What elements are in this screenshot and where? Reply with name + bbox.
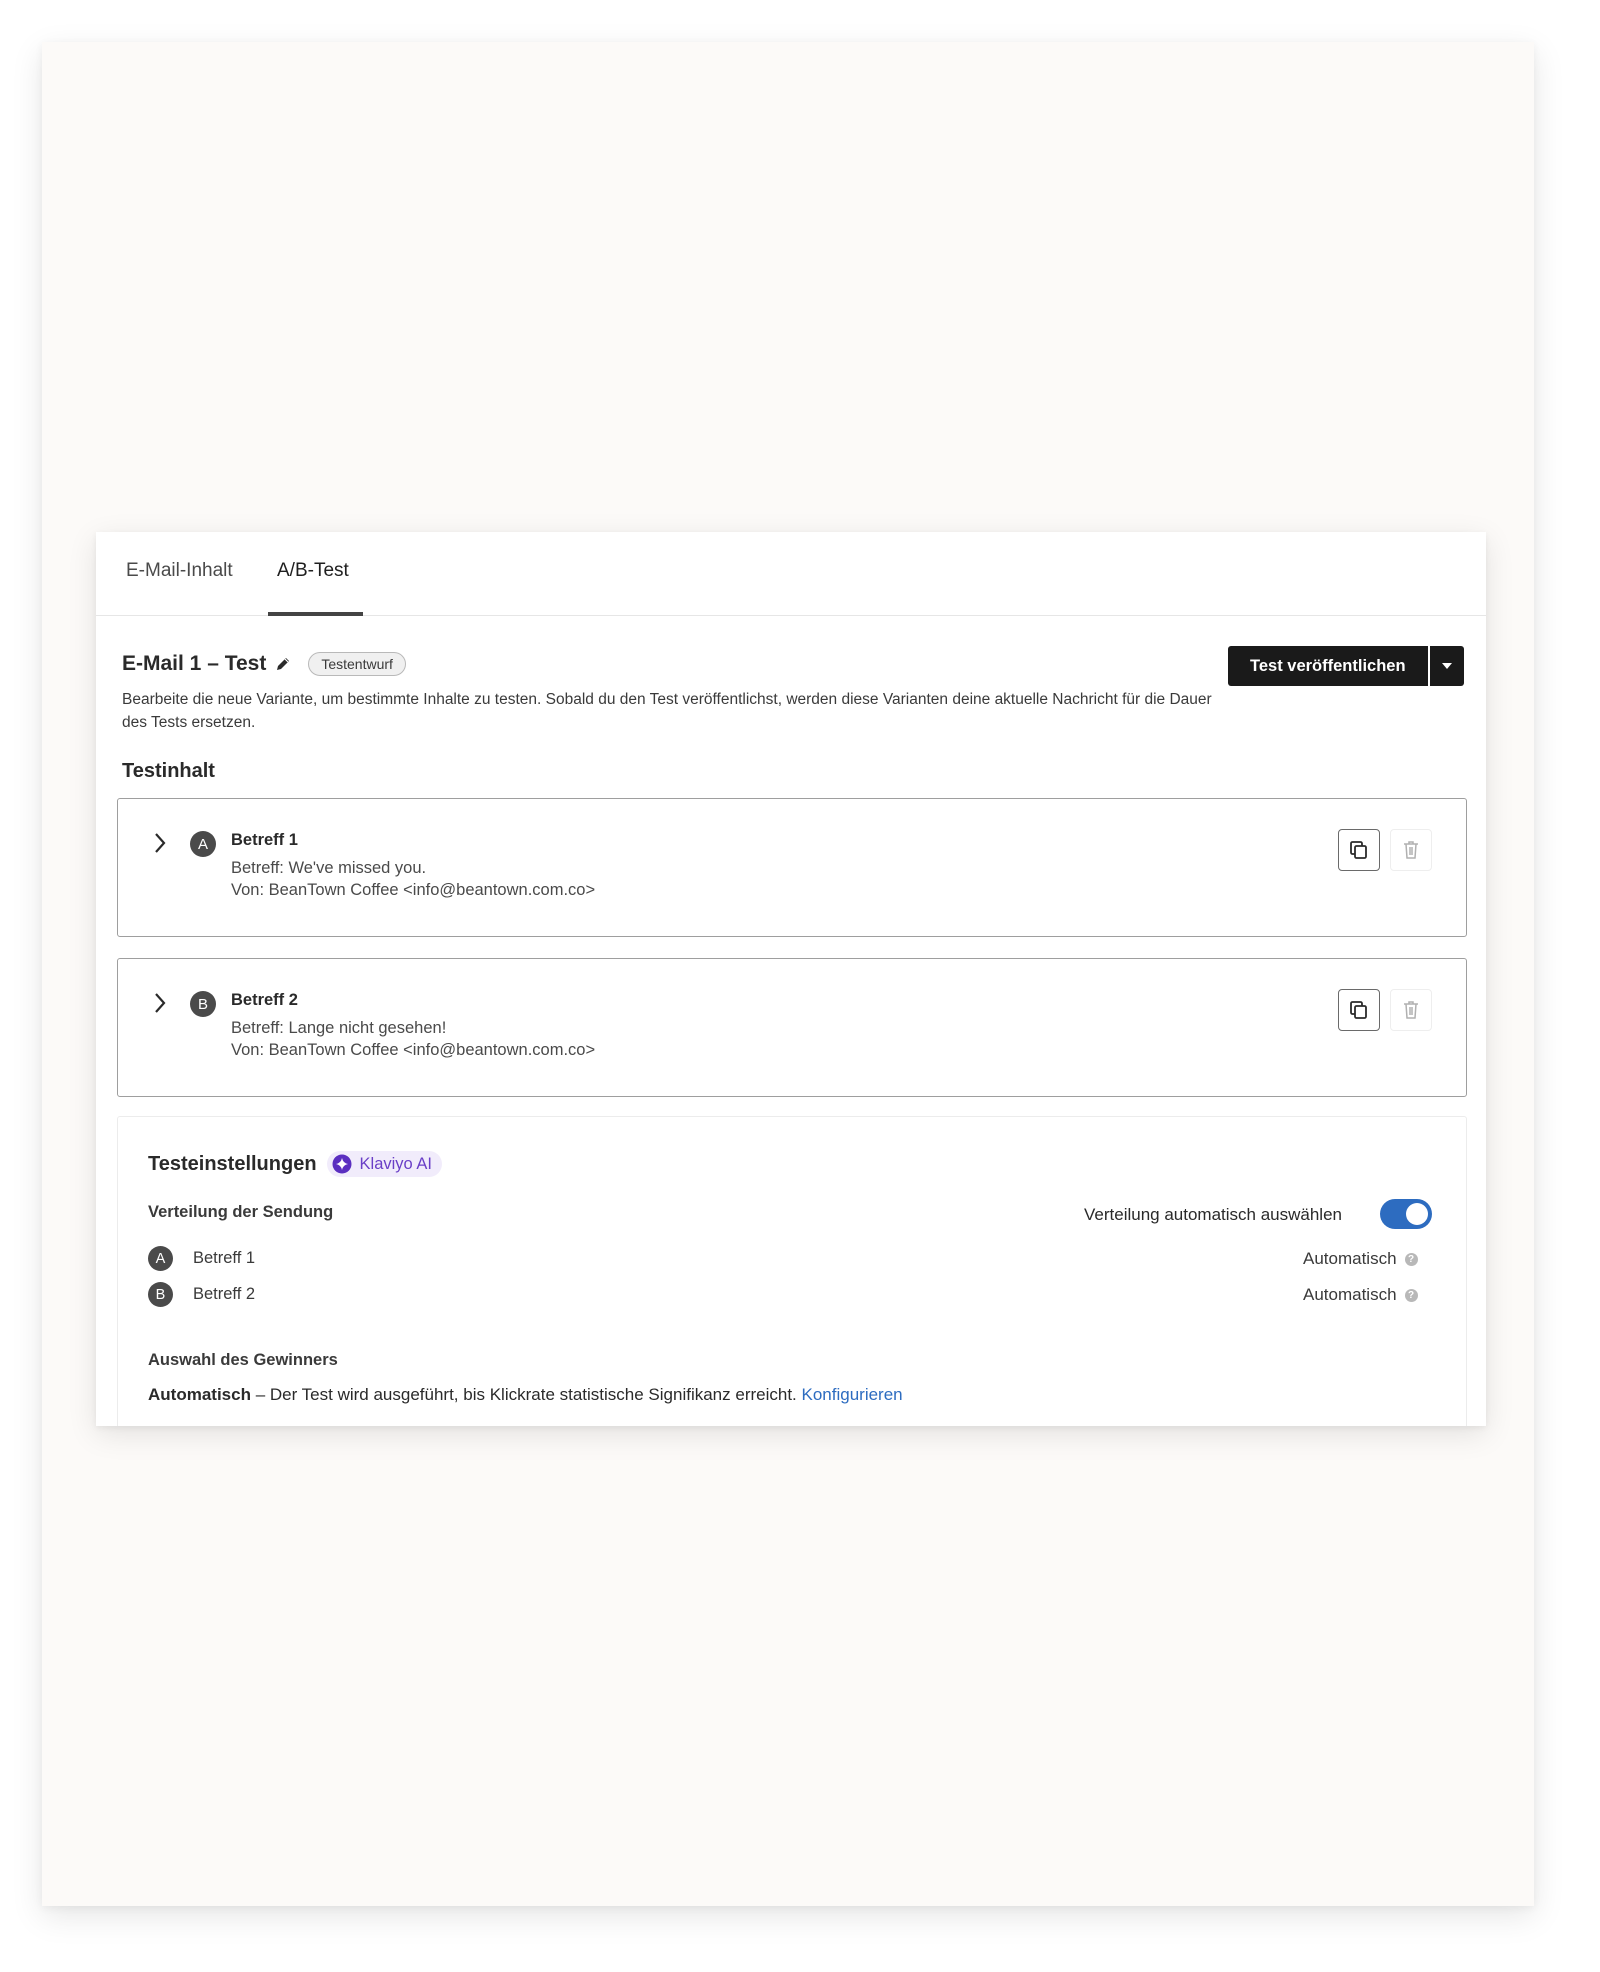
distribution-label: Verteilung der Sendung — [148, 1203, 334, 1221]
winner-selection-label: Auswahl des Gewinners — [148, 1351, 338, 1369]
test-settings-panel: Testeinstellungen Klaviyo AI Verteilung … — [117, 1116, 1467, 1426]
page-description: Bearbeite die neue Variante, um bestimmt… — [122, 691, 1212, 731]
active-tab-indicator — [268, 612, 363, 616]
trash-icon — [1404, 841, 1418, 859]
winner-selection-row: Automatisch – Der Test wird ausgeführt, … — [148, 1385, 903, 1405]
distribution-value-text: Automatisch — [1303, 1285, 1397, 1304]
ai-badge-label: Klaviyo AI — [359, 1154, 433, 1173]
variant-letter-badge: B — [190, 991, 216, 1017]
variant-subject: Betreff: We've missed you. — [231, 859, 427, 877]
tab-bar: E-Mail-Inhalt A/B-Test — [96, 532, 1486, 616]
help-icon[interactable]: ? — [1404, 1288, 1418, 1302]
variant-name: Betreff 2 — [231, 991, 298, 1009]
tab-ab-test[interactable]: A/B-Test — [277, 560, 349, 582]
title-row: E-Mail 1 – Test Testentwurf — [122, 652, 406, 676]
settings-title-row: Testeinstellungen Klaviyo AI — [148, 1151, 443, 1177]
auto-distribution-toggle[interactable] — [1380, 1199, 1432, 1229]
ab-test-card: E-Mail-Inhalt A/B-Test E-Mail 1 – Test T… — [96, 532, 1486, 1426]
delete-variant-button[interactable] — [1390, 829, 1432, 871]
status-badge: Testentwurf — [308, 652, 406, 676]
copy-icon — [1350, 1001, 1367, 1019]
configure-link[interactable]: Konfigurieren — [802, 1385, 903, 1404]
distribution-row: B Betreff 2 — [148, 1282, 255, 1307]
chevron-right-icon[interactable] — [152, 831, 168, 855]
chevron-right-icon[interactable] — [152, 991, 168, 1015]
distribution-value-text: Automatisch — [1303, 1249, 1397, 1268]
duplicate-variant-button[interactable] — [1338, 829, 1380, 871]
winner-mode: Automatisch — [148, 1385, 251, 1404]
sparkle-icon — [332, 1154, 352, 1174]
publish-button-group: Test veröffentlichen — [1228, 646, 1464, 686]
test-content-heading: Testinhalt — [122, 760, 215, 782]
delete-variant-button[interactable] — [1390, 989, 1432, 1031]
variant-card-b: B Betreff 2 Betreff: Lange nicht gesehen… — [117, 958, 1467, 1097]
distribution-variant-name: Betreff 1 — [193, 1249, 256, 1267]
variant-letter-badge: A — [148, 1246, 173, 1271]
caret-down-icon — [1441, 663, 1452, 669]
distribution-value: Automatisch ? — [1303, 1285, 1418, 1305]
variant-sender: Von: BeanTown Coffee <info@beantown.com.… — [231, 881, 596, 899]
variant-letter-badge: B — [148, 1282, 173, 1307]
variant-letter-badge: A — [190, 831, 216, 857]
trash-icon — [1404, 1001, 1418, 1019]
copy-icon — [1350, 841, 1367, 859]
publish-options-dropdown[interactable] — [1429, 646, 1464, 686]
toggle-knob — [1406, 1203, 1428, 1225]
variant-subject: Betreff: Lange nicht gesehen! — [231, 1019, 447, 1037]
publish-test-button[interactable]: Test veröffentlichen — [1228, 646, 1428, 686]
variant-name: Betreff 1 — [231, 831, 298, 849]
winner-description: – Der Test wird ausgeführt, bis Klickrat… — [250, 1385, 802, 1404]
auto-distribution-label: Verteilung automatisch auswählen — [1084, 1205, 1342, 1224]
variant-card-a: A Betreff 1 Betreff: We've missed you. V… — [117, 798, 1467, 937]
pencil-icon[interactable] — [274, 655, 292, 673]
tab-email-content[interactable]: E-Mail-Inhalt — [126, 560, 233, 582]
page-title: E-Mail 1 – Test — [122, 652, 267, 675]
klaviyo-ai-badge: Klaviyo AI — [326, 1151, 443, 1177]
duplicate-variant-button[interactable] — [1338, 989, 1380, 1031]
variant-sender: Von: BeanTown Coffee <info@beantown.com.… — [231, 1041, 596, 1059]
distribution-variant-name: Betreff 2 — [193, 1285, 256, 1303]
distribution-value: Automatisch ? — [1303, 1249, 1418, 1269]
settings-heading: Testeinstellungen — [148, 1152, 317, 1175]
distribution-row: A Betreff 1 — [148, 1246, 255, 1271]
help-icon[interactable]: ? — [1404, 1252, 1418, 1266]
